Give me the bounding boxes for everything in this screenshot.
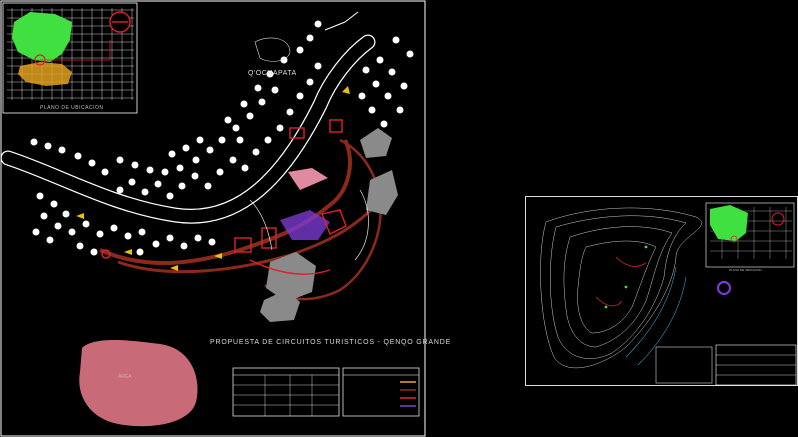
town-label: Q'OCHAPATA [248,70,297,77]
legend-table [232,367,420,417]
scale-bar-icon [716,280,732,296]
detail-location-caption: PLANO DE UBICACION [729,268,762,272]
site-plan-sheet: ÁREA PROPUESTA DE CIRCUITOS TURISTICOS -… [0,0,450,437]
drawing-title: PROPUESTA DE CIRCUITOS TURISTICOS - QENQ… [210,339,452,346]
pink-area [79,340,198,427]
rock-outcrop-1 [360,128,392,158]
site-plan-drawing: ÁREA [0,0,426,437]
topographic-sheet: PLANO DE UBICACION [525,196,798,386]
location-plan-caption: PLANO DE UBICACION [40,105,104,111]
svg-text:ÁREA: ÁREA [118,373,132,380]
rock-outcrop-2 [366,170,398,215]
location-inset [2,2,138,114]
topographic-drawing [540,202,797,386]
